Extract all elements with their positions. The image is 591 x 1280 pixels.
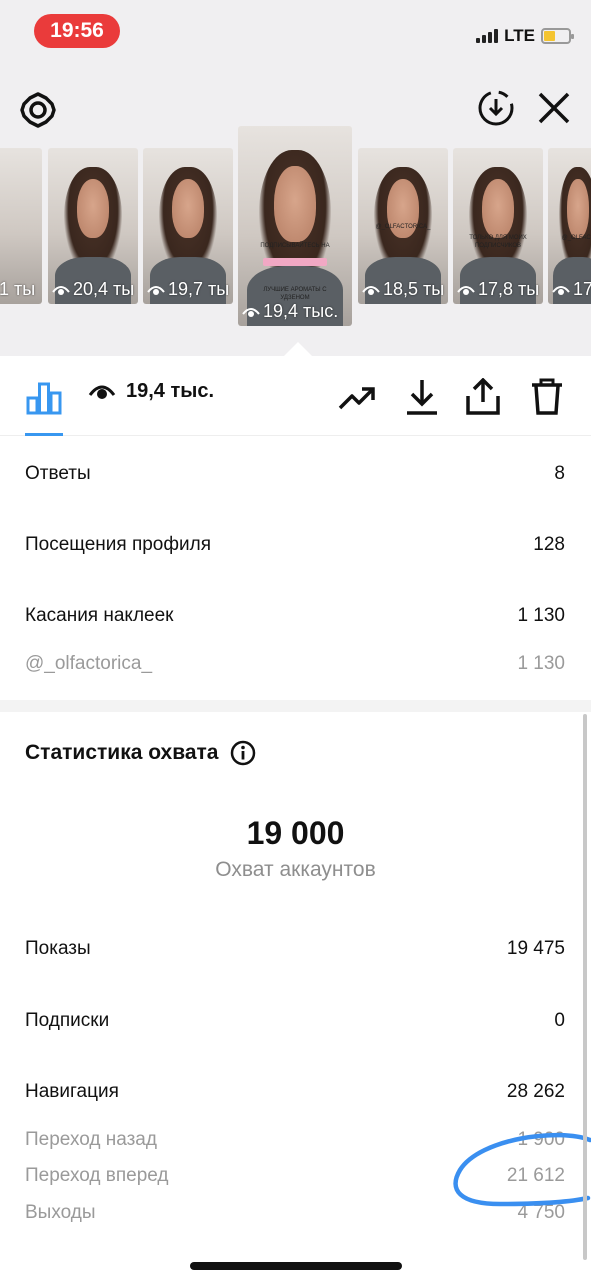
download-circle-icon xyxy=(478,90,514,126)
stat-value: 1 130 xyxy=(517,653,565,674)
stat-value: 0 xyxy=(554,1010,565,1031)
stat-label: Касания наклеек xyxy=(25,605,174,626)
thumbnail-caption: ТОЛЬКО ДЛЯ МОИХ ПОДПИСЧИКОВ xyxy=(469,234,527,249)
stat-row-mention-sticker[interactable]: @_olfactorica_ 1 130 xyxy=(25,650,565,678)
stat-label: Посещения профиля xyxy=(25,534,211,555)
story-thumbnail[interactable]: @_OLFACT 17, xyxy=(548,148,591,304)
stat-value: 4 750 xyxy=(517,1202,565,1223)
accounts-reached-label: Охват аккаунтов xyxy=(215,858,376,881)
thumbnail-views: 17,8 ты xyxy=(457,279,539,300)
story-header: 19:56 LTE 1 ты 20,4 ты 19,7 ты ПОДПИСЫВА… xyxy=(0,0,591,356)
selection-pointer xyxy=(284,342,312,356)
stat-row-forward: Переход вперед 21 612 xyxy=(25,1162,565,1190)
thumbnail-caption: ЛУЧШИЕ АРОМАТЫ С УДЗЕНОМ xyxy=(263,287,327,301)
views-value: 19,4 тыс. xyxy=(126,380,215,402)
thumbnail-caption: @_OLFACT xyxy=(561,234,591,241)
thumbnail-caption: ПОДПИСЫВАЙТЕСЬ НА xyxy=(260,243,330,249)
share-button[interactable] xyxy=(462,376,504,418)
eye-icon xyxy=(457,285,475,295)
stat-value: 1 130 xyxy=(517,605,565,626)
bar-chart-icon xyxy=(26,382,62,415)
info-icon[interactable] xyxy=(230,740,256,766)
eye-icon xyxy=(147,285,165,295)
eye-icon xyxy=(362,285,380,295)
stat-row-exits: Выходы 4 750 xyxy=(25,1199,565,1227)
status-time: 19:56 xyxy=(34,14,120,48)
stat-row-follows: Подписки 0 xyxy=(25,1007,565,1035)
stat-row-navigation: Навигация 28 262 xyxy=(25,1078,565,1106)
stat-row-back: Переход назад 1 900 xyxy=(25,1126,565,1154)
tab-insights[interactable] xyxy=(22,376,66,420)
story-thumbnail-strip: ,1 ты 20,4 ты 19,7 ты ПОДПИСЫВАЙТЕСЬ НА xyxy=(0,126,591,328)
stat-row-profile-visits: Посещения профиля 128 xyxy=(25,531,565,559)
trash-icon xyxy=(532,378,562,415)
story-thumbnail[interactable]: 20,4 ты xyxy=(48,148,138,304)
thumbnail-views: 19,4 тыс. xyxy=(242,301,338,322)
download-icon xyxy=(407,380,437,415)
stat-row-sticker-taps: Касания наклеек 1 130 xyxy=(25,602,565,630)
eye-icon xyxy=(88,385,116,399)
close-button[interactable] xyxy=(534,88,574,128)
story-thumbnail[interactable]: @_OLFACTORICA_ 18,5 ты xyxy=(358,148,448,304)
section-divider xyxy=(0,700,591,712)
battery-icon xyxy=(541,28,574,44)
story-thumbnail[interactable]: ,1 ты xyxy=(0,148,42,304)
signal-icon xyxy=(476,29,499,43)
stat-value: 21 612 xyxy=(506,1165,565,1186)
download-circle-button[interactable] xyxy=(476,88,516,128)
stat-label: Переход назад xyxy=(25,1129,157,1150)
stat-label: Выходы xyxy=(25,1202,96,1223)
stat-label: Показы xyxy=(25,938,91,959)
stat-value: 128 xyxy=(533,534,565,555)
stat-label: Переход вперед xyxy=(25,1165,169,1186)
promote-button[interactable] xyxy=(336,378,378,418)
settings-button[interactable] xyxy=(18,90,58,130)
thumbnail-views: 19,7 ты xyxy=(147,279,229,300)
views-count: 19,4 тыс. xyxy=(88,380,214,403)
screen: 19:56 LTE 1 ты 20,4 ты 19,7 ты ПОДПИСЫВА… xyxy=(0,0,591,1280)
stat-label: Навигация xyxy=(25,1081,119,1102)
story-action-bar: 19,4 тыс. xyxy=(0,356,591,436)
thumbnail-sticker xyxy=(263,258,327,266)
eye-icon xyxy=(242,307,260,317)
stat-row-impressions: Показы 19 475 xyxy=(25,935,565,963)
delete-button[interactable] xyxy=(526,376,568,418)
story-thumbnail-selected[interactable]: ПОДПИСЫВАЙТЕСЬ НА ЛУЧШИЕ АРОМАТЫ С УДЗЕН… xyxy=(238,126,352,326)
thumbnail-views: ,1 ты xyxy=(0,279,36,299)
stat-label: Подписки xyxy=(25,1010,110,1031)
stat-row-replies: Ответы 8 xyxy=(25,460,565,488)
stat-value: 19 475 xyxy=(506,938,565,959)
scrollbar[interactable] xyxy=(583,714,587,1260)
thumbnail-views: 20,4 ты xyxy=(52,279,134,300)
eye-icon xyxy=(552,285,570,295)
stat-value: 1 900 xyxy=(517,1129,565,1150)
story-thumbnail[interactable]: 19,7 ты xyxy=(143,148,233,304)
tab-underline xyxy=(25,433,63,436)
stat-label: Ответы xyxy=(25,463,91,484)
gear-icon xyxy=(20,92,56,128)
reach-section-title: Статистика охвата xyxy=(25,740,256,766)
eye-icon xyxy=(52,285,70,295)
stat-value: 28 262 xyxy=(506,1081,565,1102)
trending-up-icon xyxy=(338,387,375,410)
accounts-reached-value: 19 000 xyxy=(246,815,345,851)
stat-label: @_olfactorica_ xyxy=(25,653,153,674)
thumbnail-views: 17, xyxy=(552,279,591,300)
stat-value: 8 xyxy=(554,463,565,484)
story-thumbnail[interactable]: ТОЛЬКО ДЛЯ МОИХ ПОДПИСЧИКОВ 17,8 ты xyxy=(453,148,543,304)
close-icon xyxy=(538,92,570,124)
network-type: LTE xyxy=(504,26,535,45)
thumbnail-caption: @_OLFACTORICA_ xyxy=(375,223,431,230)
save-button[interactable] xyxy=(402,376,442,418)
thumbnail-views: 18,5 ты xyxy=(362,279,444,300)
home-indicator[interactable] xyxy=(190,1262,402,1270)
status-indicators: LTE xyxy=(476,24,574,48)
share-icon xyxy=(466,378,500,415)
